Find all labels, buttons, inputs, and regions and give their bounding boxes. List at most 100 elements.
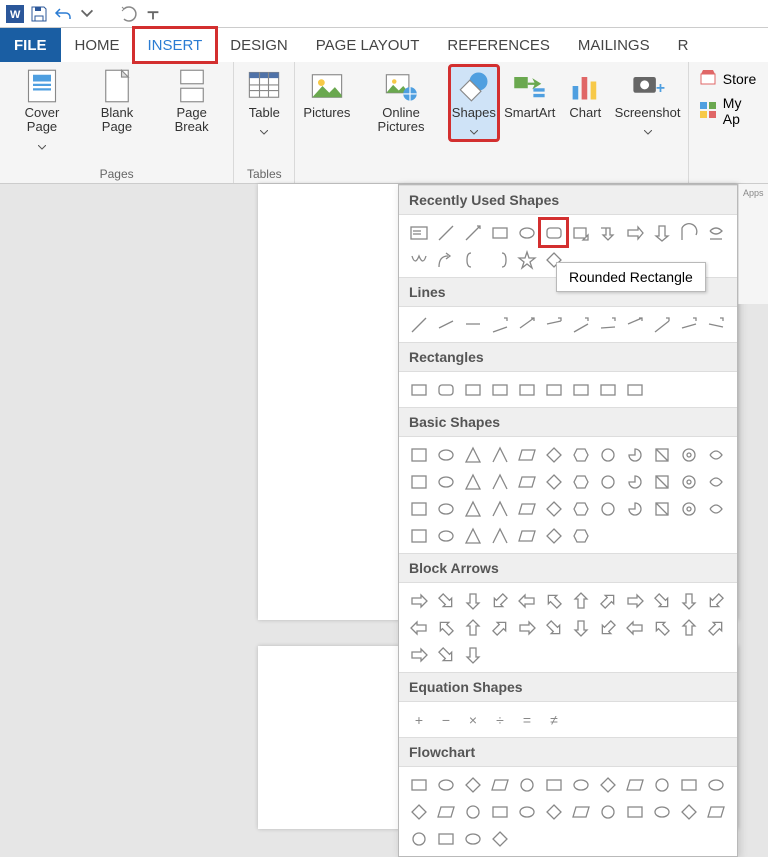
shape-option[interactable] xyxy=(486,376,513,403)
shape-option[interactable] xyxy=(405,441,432,468)
shape-option[interactable] xyxy=(540,798,567,825)
shape-option[interactable] xyxy=(459,376,486,403)
shape-option[interactable] xyxy=(702,771,729,798)
shape-option[interactable] xyxy=(621,587,648,614)
shape-option[interactable] xyxy=(648,798,675,825)
shape-option[interactable] xyxy=(405,522,432,549)
pictures-button[interactable]: Pictures xyxy=(301,66,352,140)
shape-option[interactable] xyxy=(513,376,540,403)
tab-insert[interactable]: INSERT xyxy=(134,28,217,62)
qat-dropdown-icon[interactable] xyxy=(78,5,96,23)
shape-option[interactable] xyxy=(702,468,729,495)
shape-option[interactable] xyxy=(486,522,513,549)
shape-option[interactable] xyxy=(648,468,675,495)
shape-option[interactable] xyxy=(432,311,459,338)
shape-option[interactable] xyxy=(648,771,675,798)
shape-option[interactable] xyxy=(702,587,729,614)
shape-option[interactable] xyxy=(675,798,702,825)
shape-option[interactable] xyxy=(567,468,594,495)
shape-option[interactable] xyxy=(621,771,648,798)
my-apps-button[interactable]: My Ap xyxy=(699,95,758,127)
shape-option[interactable] xyxy=(540,771,567,798)
shape-option[interactable] xyxy=(648,441,675,468)
shape-option[interactable] xyxy=(432,614,459,641)
shape-option[interactable] xyxy=(675,614,702,641)
shape-option[interactable] xyxy=(567,798,594,825)
shape-option[interactable] xyxy=(405,246,432,273)
shape-option[interactable] xyxy=(513,441,540,468)
shape-option[interactable] xyxy=(540,614,567,641)
tab-mailings[interactable]: MAILINGS xyxy=(564,28,664,62)
shape-option[interactable] xyxy=(702,495,729,522)
shape-option[interactable] xyxy=(675,219,702,246)
shape-option[interactable] xyxy=(648,495,675,522)
page-break-button[interactable]: Page Break xyxy=(156,66,227,155)
shape-option[interactable] xyxy=(567,441,594,468)
shape-option[interactable] xyxy=(540,441,567,468)
shape-option[interactable] xyxy=(675,495,702,522)
shape-option[interactable] xyxy=(540,587,567,614)
shape-option[interactable] xyxy=(405,495,432,522)
table-button[interactable]: Table xyxy=(240,66,288,140)
shape-option[interactable] xyxy=(621,798,648,825)
shape-option[interactable] xyxy=(405,614,432,641)
shape-option[interactable] xyxy=(540,468,567,495)
shape-option[interactable] xyxy=(486,771,513,798)
shape-option[interactable] xyxy=(405,376,432,403)
shape-option[interactable] xyxy=(432,495,459,522)
shape-option[interactable] xyxy=(459,614,486,641)
shape-option[interactable] xyxy=(513,219,540,246)
shape-option[interactable] xyxy=(567,587,594,614)
shape-option[interactable] xyxy=(594,376,621,403)
shape-option[interactable] xyxy=(432,441,459,468)
shape-option[interactable] xyxy=(702,441,729,468)
shape-option[interactable] xyxy=(675,587,702,614)
shape-option[interactable] xyxy=(459,798,486,825)
shape-option[interactable] xyxy=(702,219,729,246)
shape-option[interactable] xyxy=(486,495,513,522)
shape-option[interactable] xyxy=(567,376,594,403)
shape-option[interactable] xyxy=(459,825,486,852)
shape-option[interactable] xyxy=(405,641,432,668)
shape-option[interactable] xyxy=(459,587,486,614)
shape-option[interactable] xyxy=(486,825,513,852)
tab-file[interactable]: FILE xyxy=(0,28,61,62)
shape-option[interactable]: + xyxy=(405,706,432,733)
shape-option[interactable] xyxy=(459,641,486,668)
shape-option[interactable] xyxy=(648,587,675,614)
shape-option[interactable] xyxy=(648,311,675,338)
shape-option[interactable] xyxy=(594,495,621,522)
shape-option[interactable] xyxy=(594,311,621,338)
blank-page-button[interactable]: Blank Page xyxy=(82,66,152,155)
shape-option[interactable] xyxy=(621,311,648,338)
shape-option[interactable] xyxy=(459,219,486,246)
shape-option[interactable] xyxy=(513,587,540,614)
customize-qat-icon[interactable] xyxy=(144,5,162,23)
shape-option[interactable] xyxy=(540,495,567,522)
shape-option[interactable] xyxy=(486,441,513,468)
shape-option[interactable] xyxy=(648,614,675,641)
shape-option[interactable] xyxy=(432,468,459,495)
shape-option[interactable] xyxy=(702,798,729,825)
shape-option[interactable] xyxy=(621,376,648,403)
shape-option[interactable] xyxy=(405,311,432,338)
shape-option[interactable] xyxy=(432,825,459,852)
save-icon[interactable] xyxy=(30,5,48,23)
shape-option[interactable] xyxy=(702,311,729,338)
shape-option[interactable] xyxy=(621,441,648,468)
shape-option[interactable] xyxy=(648,219,675,246)
shape-option[interactable] xyxy=(486,468,513,495)
shape-option[interactable] xyxy=(513,798,540,825)
shape-option[interactable] xyxy=(675,311,702,338)
shape-option[interactable]: − xyxy=(432,706,459,733)
shape-option[interactable] xyxy=(540,522,567,549)
shape-option[interactable] xyxy=(486,246,513,273)
shape-option[interactable] xyxy=(594,771,621,798)
shape-option[interactable] xyxy=(513,246,540,273)
store-button[interactable]: Store xyxy=(699,68,758,89)
shape-option[interactable] xyxy=(567,495,594,522)
shape-option[interactable] xyxy=(486,219,513,246)
shape-option[interactable] xyxy=(459,771,486,798)
shape-option[interactable] xyxy=(567,522,594,549)
shape-option[interactable] xyxy=(486,614,513,641)
